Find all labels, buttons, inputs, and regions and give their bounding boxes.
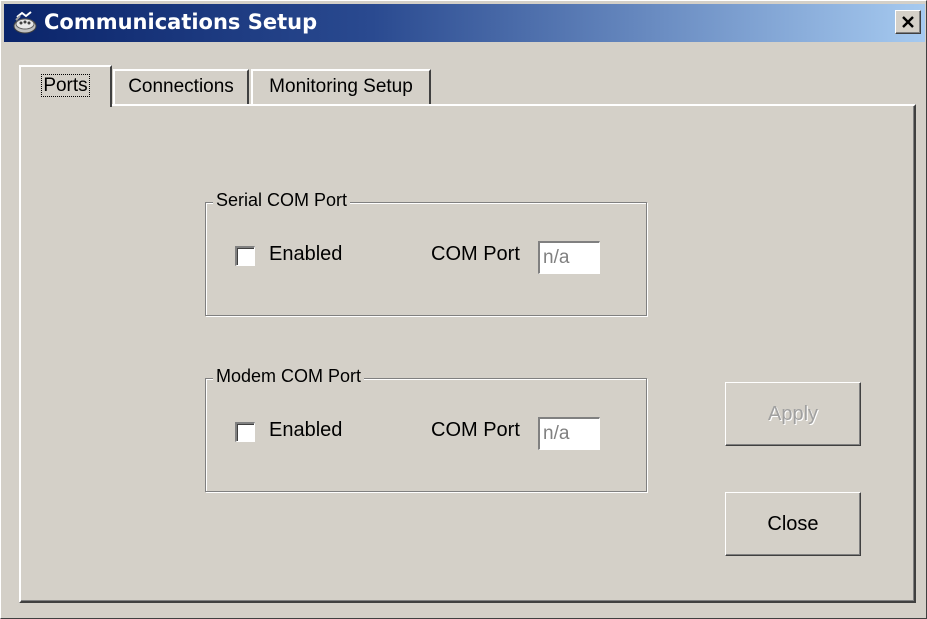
close-window-button[interactable]	[895, 10, 921, 34]
close-button[interactable]: Close	[725, 492, 861, 556]
modem-com-port-group: Modem COM Port Enabled COM Port n/a	[205, 366, 647, 492]
serial-enabled-checkbox[interactable]	[235, 246, 255, 266]
communications-setup-dialog: Communications Setup Ports Connections M…	[0, 0, 927, 619]
modem-enabled-label[interactable]: Enabled	[269, 419, 342, 442]
apply-button[interactable]: Apply	[725, 382, 861, 446]
modem-enabled-checkbox[interactable]	[235, 422, 255, 442]
window-title: Communications Setup	[44, 10, 318, 34]
serial-enabled-label[interactable]: Enabled	[269, 243, 342, 266]
tab-ports[interactable]: Ports	[19, 65, 112, 107]
modem-com-port-legend: Modem COM Port	[213, 366, 365, 387]
serial-com-port-label: COM Port	[431, 243, 520, 265]
serial-com-port-legend: Serial COM Port	[213, 190, 351, 211]
modem-com-port-label: COM Port	[431, 419, 520, 441]
title-bar[interactable]: Communications Setup	[4, 4, 925, 42]
tab-monitoring-setup-label: Monitoring Setup	[269, 76, 413, 97]
tab-connections-label: Connections	[128, 76, 234, 97]
tab-ports-label: Ports	[41, 74, 90, 97]
network-settings-icon	[12, 11, 38, 35]
tab-monitoring-setup[interactable]: Monitoring Setup	[251, 69, 431, 104]
ports-tab-panel: Serial COM Port Enabled COM Port n/a Mod…	[19, 104, 916, 603]
tab-connections[interactable]: Connections	[113, 69, 249, 104]
modem-com-port-field[interactable]: n/a	[538, 417, 600, 450]
serial-com-port-field[interactable]: n/a	[538, 241, 600, 274]
serial-com-port-group: Serial COM Port Enabled COM Port n/a	[205, 190, 647, 316]
close-icon	[902, 16, 914, 28]
